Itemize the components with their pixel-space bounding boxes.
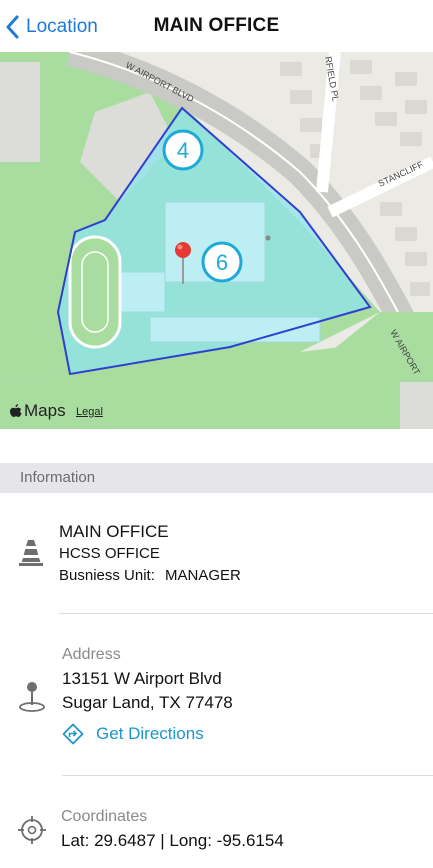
location-subtitle: HCSS OFFICE [59,545,160,562]
traffic-cone-icon [19,540,43,566]
map-view[interactable]: W AIRPORT BLVD W AIRPORT STANCLIFF RFIEL… [0,52,433,429]
business-unit-value: MANAGER [165,567,241,584]
map-canvas: W AIRPORT BLVD W AIRPORT STANCLIFF RFIEL… [0,52,433,429]
zone-label-6: 6 [216,250,228,275]
address-label: Address [62,646,121,663]
section-title: Information [20,469,96,486]
apple-logo-icon [10,403,22,417]
directions-icon [62,723,84,745]
maps-logo-text: Maps [24,401,66,420]
coordinates-value: Lat: 29.6487 | Long: -95.6154 [61,831,284,850]
page-title: MAIN OFFICE [153,15,280,36]
location-name: MAIN OFFICE [59,522,169,541]
get-directions-button[interactable]: Get Directions [62,723,204,745]
information-section-header: Information [0,463,433,493]
legal-link[interactable]: Legal [76,406,103,418]
zone-marker-4[interactable]: 4 [162,129,204,171]
navigation-bar: Location MAIN OFFICE [0,0,433,52]
address-line-1: 13151 W Airport Blvd [62,669,222,688]
business-unit: Busniess Unit: MANAGER [59,567,241,584]
zone-marker-6[interactable]: 6 [201,241,243,283]
address-line-2: Sugar Land, TX 77478 [62,693,233,712]
crosshair-icon [18,816,46,844]
divider [59,613,433,614]
get-directions-label: Get Directions [96,724,204,743]
zone-label-4: 4 [177,138,189,163]
divider [62,775,433,776]
business-unit-label: Busniess Unit: [59,567,155,584]
apple-maps-logo: Maps [9,401,66,421]
map-pin-icon [19,682,45,712]
coordinates-label: Coordinates [61,808,148,825]
